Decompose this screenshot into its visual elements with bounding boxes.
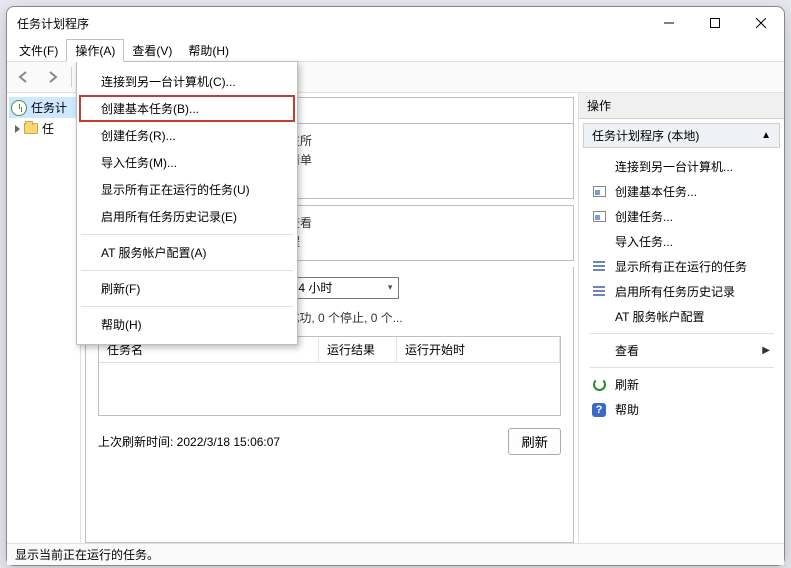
separator: [589, 333, 774, 334]
menu-item-at-account[interactable]: AT 服务帐户配置(A): [79, 239, 295, 266]
chevron-right-icon: ▶: [762, 345, 770, 356]
window-controls: [646, 7, 784, 39]
action-create-task[interactable]: 创建任务...: [579, 204, 784, 229]
refresh-button[interactable]: 刷新: [508, 428, 561, 455]
col-run-start[interactable]: 运行开始时: [397, 337, 560, 362]
task-icon: [591, 209, 607, 225]
menu-separator: [81, 234, 293, 235]
action-enable-history[interactable]: 启用所有任务历史记录: [579, 279, 784, 304]
menu-item-show-running[interactable]: 显示所有正在运行的任务(U): [79, 176, 295, 203]
tree-lib-label: 任: [42, 120, 54, 137]
account-icon: [591, 309, 607, 325]
statusbar-text: 显示当前正在运行的任务。: [15, 546, 159, 563]
list-icon: [591, 259, 607, 275]
menubar: 文件(F) 操作(A) 查看(V) 帮助(H): [7, 39, 784, 61]
col-run-result[interactable]: 运行结果: [319, 337, 397, 362]
expand-icon[interactable]: [15, 125, 20, 133]
titlebar: 任务计划程序: [7, 7, 784, 39]
menu-item-enable-history[interactable]: 启用所有任务历史记录(E): [79, 203, 295, 230]
action-show-running[interactable]: 显示所有正在运行的任务: [579, 254, 784, 279]
collapse-icon[interactable]: ▲: [761, 130, 771, 141]
action-create-basic-task[interactable]: 创建基本任务...: [579, 179, 784, 204]
actions-pane-subheader[interactable]: 任务计划程序 (本地) ▲: [583, 123, 780, 148]
help-icon: ?: [591, 402, 607, 418]
menu-item-create-task[interactable]: 创建任务(R)...: [79, 122, 295, 149]
menu-help[interactable]: 帮助(H): [180, 40, 237, 61]
toolbar-forward-button[interactable]: [41, 66, 63, 88]
separator: [589, 367, 774, 368]
tree-root-label: 任务计: [31, 99, 67, 116]
actions-list: 连接到另一台计算机... 创建基本任务... 创建任务... 导入任务... 显…: [579, 152, 784, 424]
clock-icon: [11, 100, 27, 116]
menu-item-help[interactable]: 帮助(H): [79, 311, 295, 338]
toolbar-back-button[interactable]: [13, 66, 35, 88]
history-icon: [591, 284, 607, 300]
menu-item-create-basic-task[interactable]: 创建基本任务(B)...: [79, 95, 295, 122]
menu-separator: [81, 306, 293, 307]
action-import-task[interactable]: 导入任务...: [579, 229, 784, 254]
action-menu-popup: 连接到另一台计算机(C)... 创建基本任务(B)... 创建任务(R)... …: [76, 61, 298, 345]
task-table[interactable]: 任务名 运行结果 运行开始时: [98, 336, 561, 416]
refresh-icon: [591, 377, 607, 393]
import-icon: [591, 234, 607, 250]
menu-separator: [81, 270, 293, 271]
computer-icon: [591, 159, 607, 175]
window-title: 任务计划程序: [17, 15, 646, 32]
maximize-button[interactable]: [692, 7, 738, 39]
actions-context-label: 任务计划程序 (本地): [592, 127, 699, 144]
action-refresh[interactable]: 刷新: [579, 372, 784, 397]
action-at-account[interactable]: AT 服务帐户配置: [579, 304, 784, 329]
close-button[interactable]: [738, 7, 784, 39]
menu-item-refresh[interactable]: 刷新(F): [79, 275, 295, 302]
wizard-icon: [591, 184, 607, 200]
action-connect[interactable]: 连接到另一台计算机...: [579, 154, 784, 179]
last-refresh-text: 上次刷新时间: 2022/3/18 15:06:07: [98, 433, 280, 450]
toolbar-separator: [71, 67, 72, 87]
menu-action[interactable]: 操作(A): [66, 39, 124, 62]
app-window: 任务计划程序 文件(F) 操作(A) 查看(V) 帮助(H) ? 任务计: [6, 6, 785, 566]
folder-icon: [24, 123, 38, 134]
action-view-submenu[interactable]: 查看▶: [579, 338, 784, 363]
statusbar: 显示当前正在运行的任务。: [7, 543, 784, 565]
blank-icon: [591, 343, 607, 359]
action-help[interactable]: ?帮助: [579, 397, 784, 422]
tree-pane: 任务计 任: [7, 93, 81, 543]
minimize-button[interactable]: [646, 7, 692, 39]
chevron-down-icon: ▾: [388, 282, 393, 293]
actions-pane: 操作 任务计划程序 (本地) ▲ 连接到另一台计算机... 创建基本任务... …: [578, 93, 784, 543]
actions-pane-header: 操作: [579, 93, 784, 119]
menu-item-connect[interactable]: 连接到另一台计算机(C)...: [79, 68, 295, 95]
tree-root-node[interactable]: 任务计: [9, 97, 78, 118]
menu-view[interactable]: 查看(V): [124, 40, 180, 61]
tree-library-node[interactable]: 任: [9, 118, 78, 139]
menu-file[interactable]: 文件(F): [11, 40, 66, 61]
menu-item-import-task[interactable]: 导入任务(M)...: [79, 149, 295, 176]
